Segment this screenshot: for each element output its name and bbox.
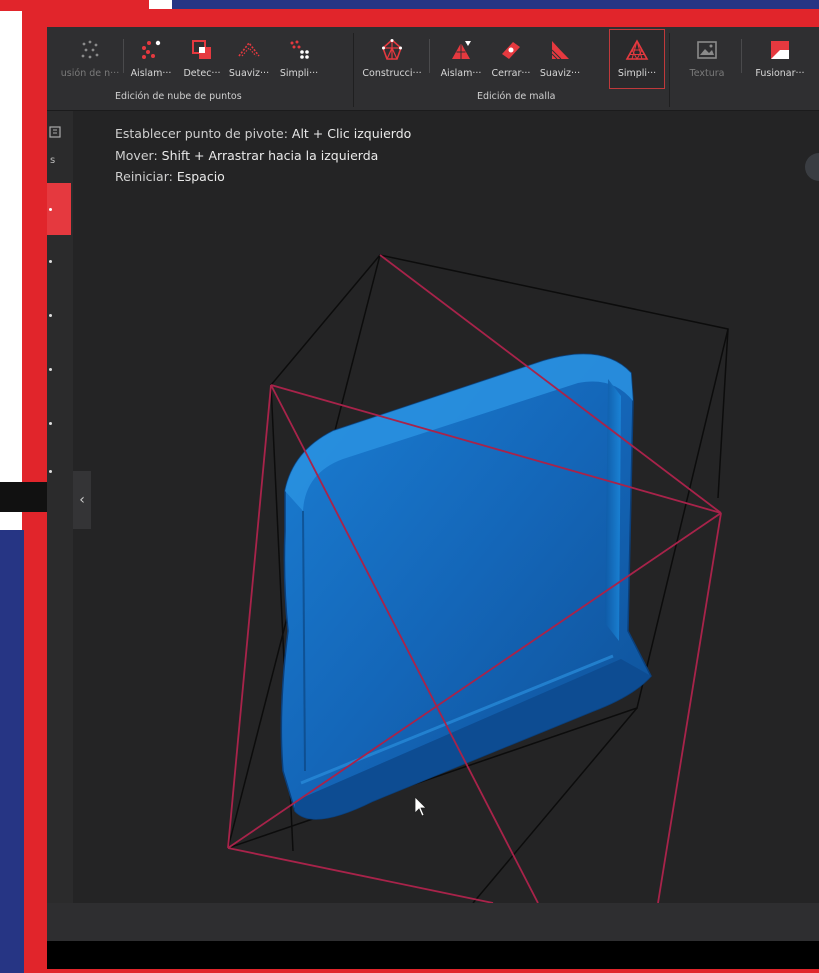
tool-label: usión de n··· (60, 68, 120, 79)
isolate-points-button[interactable]: Aislam··· (127, 35, 175, 93)
smooth-mesh-icon (551, 41, 569, 60)
isolate-mesh-icon (452, 41, 471, 59)
side-panel-item[interactable] (49, 422, 52, 425)
tool-label: Fusionar··· (755, 68, 805, 79)
smooth-points-icon (238, 41, 260, 57)
points-fusion-button[interactable]: usión de n··· (61, 35, 119, 93)
isolate-mesh-button[interactable]: Aislam··· (437, 35, 485, 93)
frame-decoration (172, 0, 819, 9)
frame-decoration (0, 482, 47, 512)
simplify-points-icon (290, 40, 309, 59)
smooth-mesh-button[interactable]: Suaviz··· (537, 35, 583, 93)
close-holes-button[interactable]: Cerrar··· (489, 35, 533, 93)
tool-label: Suaviz··· (539, 68, 581, 79)
simplify-mesh-button[interactable]: Simpli··· (609, 29, 665, 89)
side-panel-item[interactable] (49, 314, 52, 317)
simplify-mesh-icon (625, 39, 649, 61)
cursor-icon (414, 796, 427, 817)
tool-label: Textura (689, 68, 725, 79)
tool-label: Suaviz··· (228, 68, 270, 79)
group-label-point-cloud: Edición de nube de puntos (115, 91, 242, 102)
merge-button[interactable]: Fusionar··· (747, 35, 813, 93)
video-letterbox (47, 941, 819, 969)
side-panel-item[interactable] (49, 368, 52, 371)
toolbar: usión de n··· Aislam··· Detec··· Suaviz·… (47, 27, 819, 111)
tool-label: Aislam··· (440, 68, 482, 79)
merge-icon (771, 41, 789, 59)
points-fusion-icon (81, 40, 99, 59)
side-panel-item[interactable] (49, 260, 52, 263)
tool-label: Construcci··· (362, 68, 422, 79)
smooth-points-button[interactable]: Suaviz··· (225, 35, 273, 93)
close-holes-icon (502, 42, 520, 59)
tool-label: Aislam··· (130, 68, 172, 79)
scene (227, 254, 729, 903)
detect-icon (192, 40, 211, 59)
viewport-3d[interactable]: Establecer punto de pivote: Alt + Clic i… (73, 111, 819, 903)
side-panel-item[interactable] (49, 470, 52, 473)
group-label-mesh: Edición de malla (477, 91, 556, 102)
texture-icon (697, 41, 717, 59)
tool-label: Cerrar··· (491, 68, 531, 79)
simplify-points-button[interactable]: Simpli··· (277, 35, 321, 93)
construct-mesh-button[interactable]: Construcci··· (359, 35, 425, 93)
detect-button[interactable]: Detec··· (180, 35, 224, 93)
tool-label: Detec··· (183, 68, 221, 79)
tool-label: Simpli··· (617, 68, 657, 79)
isolate-points-icon (142, 40, 161, 59)
app-window: usión de n··· Aislam··· Detec··· Suaviz·… (47, 27, 819, 969)
side-panel-items (47, 111, 73, 903)
texture-button[interactable]: Textura (681, 35, 733, 93)
frame-decoration (0, 530, 24, 973)
status-bar (47, 903, 819, 941)
construct-mesh-icon (382, 38, 402, 60)
tool-label: Simpli··· (279, 68, 319, 79)
